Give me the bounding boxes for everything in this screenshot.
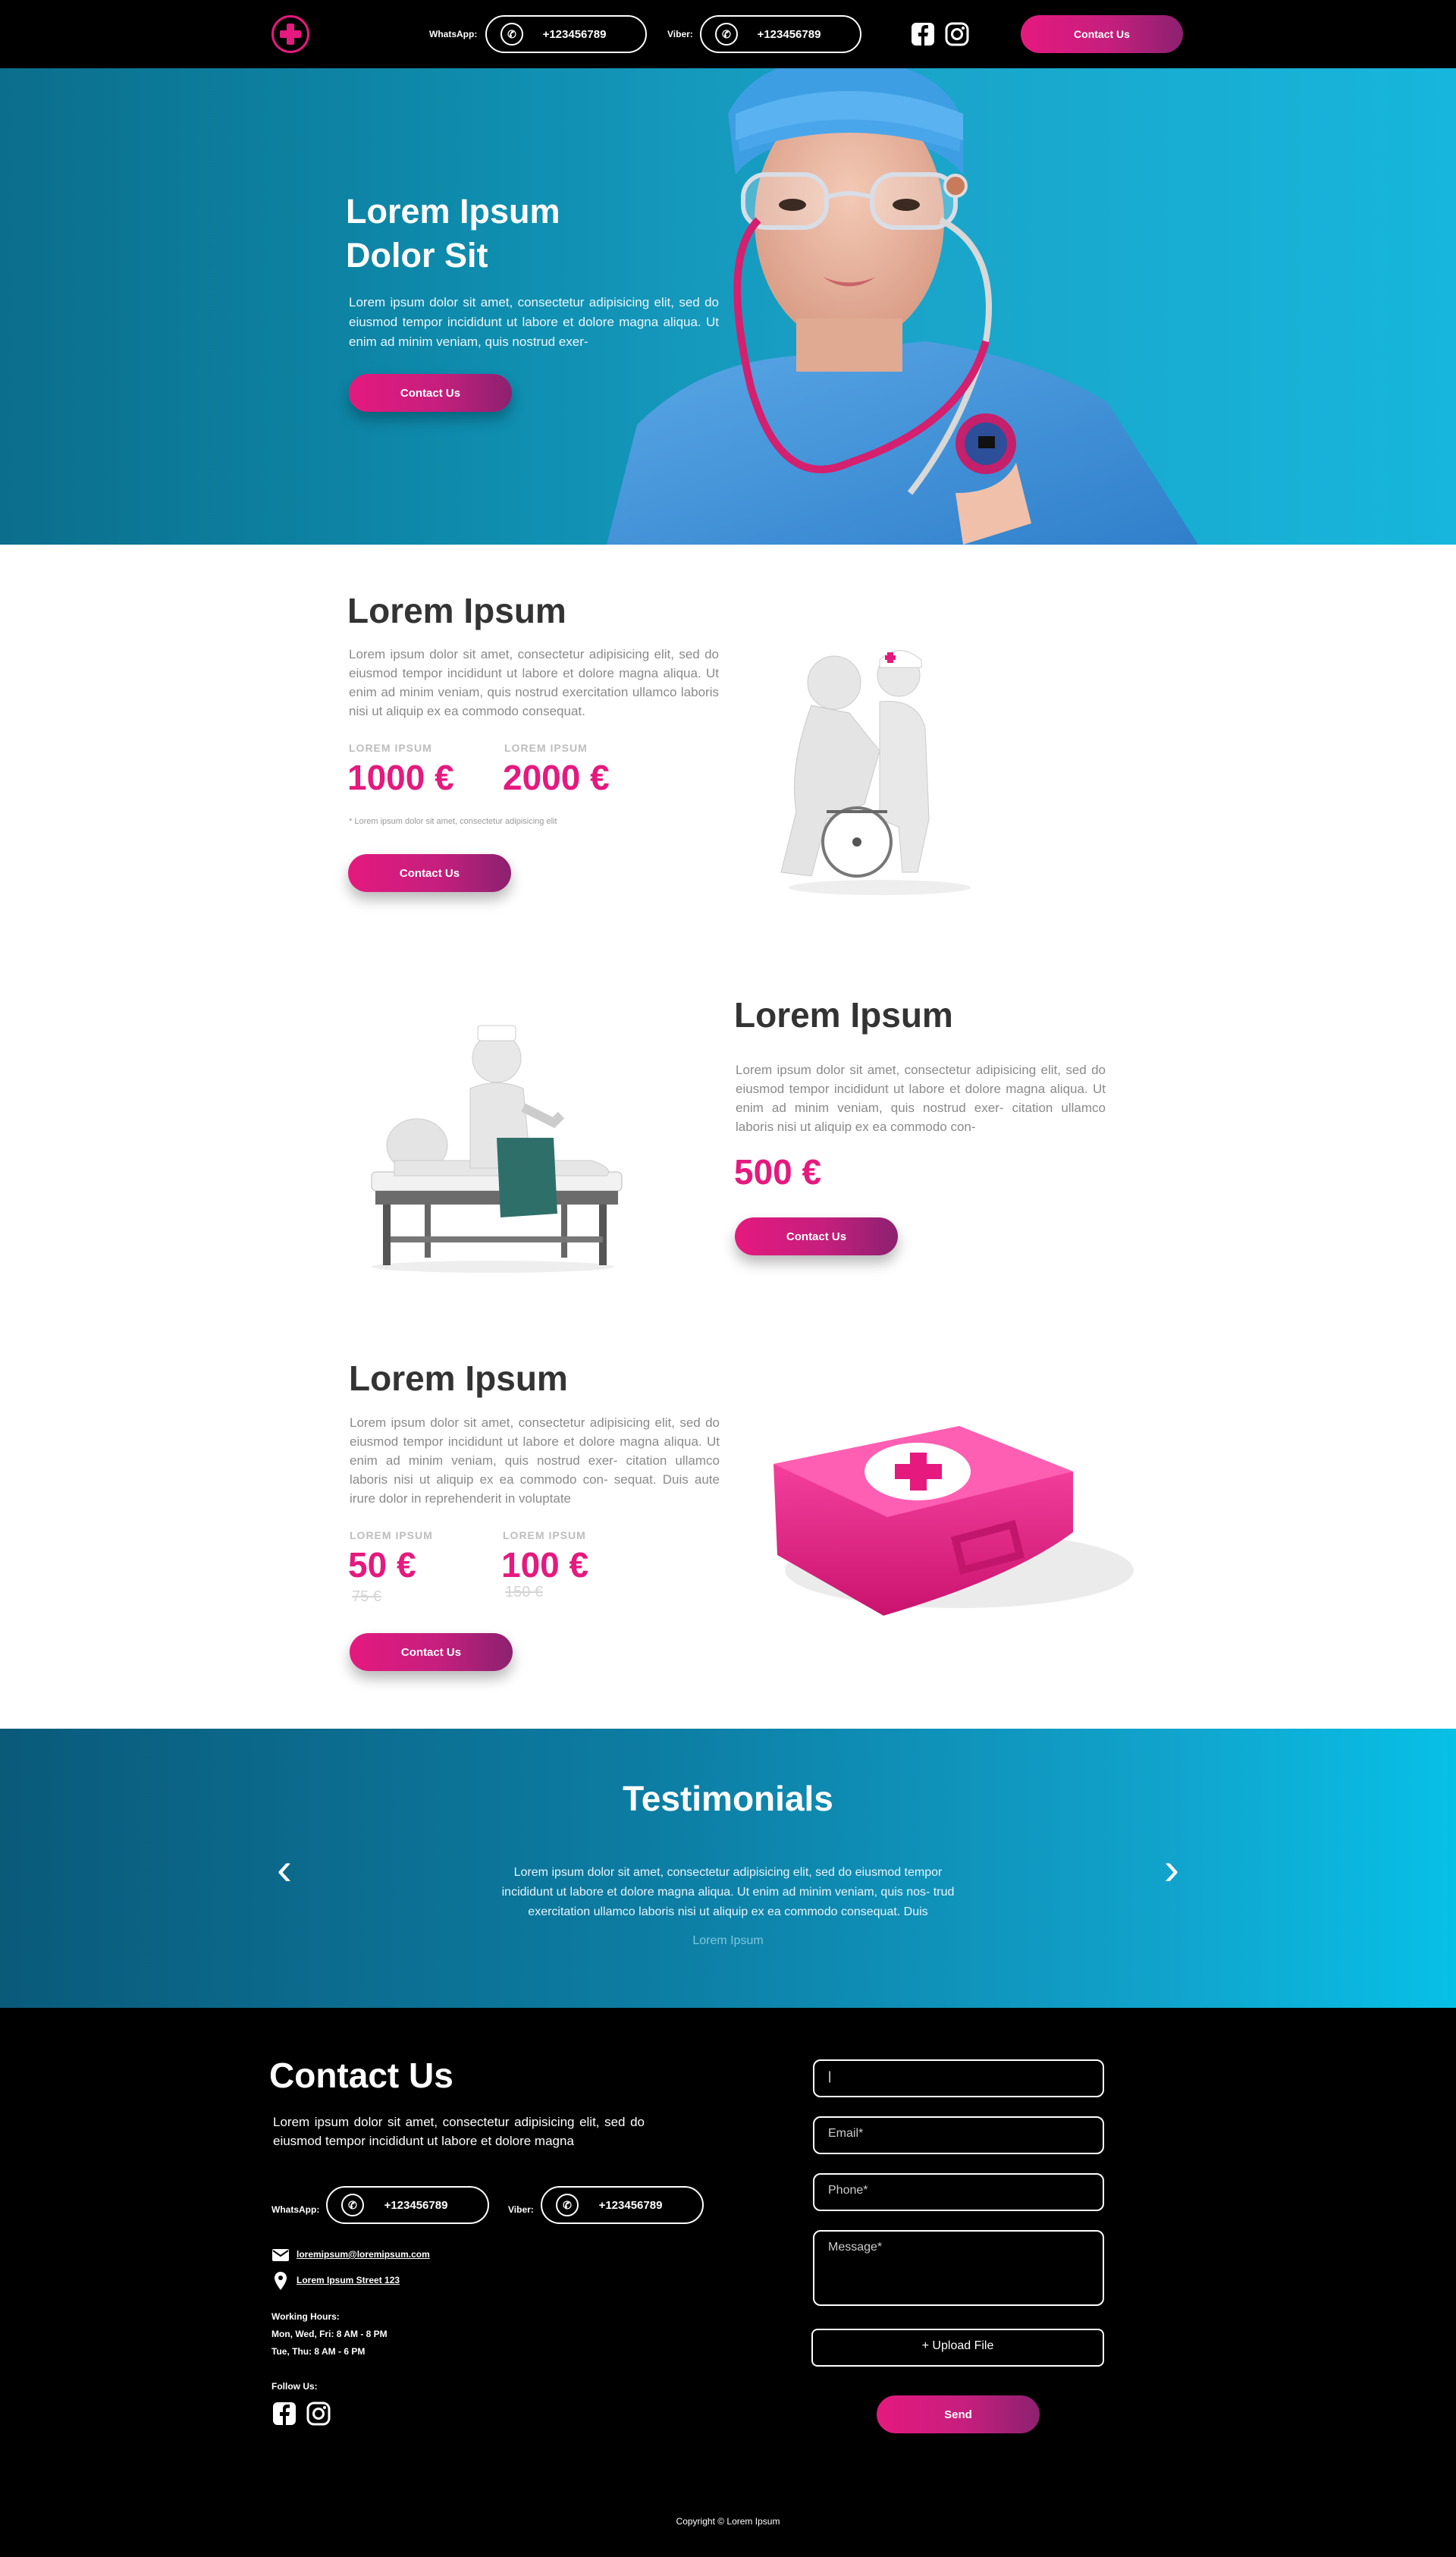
contact-whatsapp-pill[interactable]: ✆ +123456789 (326, 2186, 489, 2224)
service3-price1-old: 75 € (352, 1588, 381, 1605)
service1-contact-button[interactable]: Contact Us (348, 854, 511, 892)
location-pin-icon (275, 2272, 287, 2290)
chevron-right-icon[interactable]: › (1156, 1846, 1187, 1892)
whatsapp-phone-pill[interactable]: ✆ +123456789 (485, 15, 647, 53)
contact-viber-label: Viber: (508, 2204, 534, 2215)
service2-description: Lorem ipsum dolor sit amet, consectetur … (736, 1063, 1106, 1134)
working-hours-line-2: Tue, Thu: 8 AM - 6 PM (271, 2346, 366, 2357)
contact-email-link[interactable]: loremipsum@loremipsum.com (297, 2249, 430, 2260)
contact-title: Contact Us (269, 2056, 453, 2095)
email-icon (272, 2249, 289, 2261)
facebook-icon[interactable] (271, 2401, 297, 2427)
whatsapp-label: WhatsApp: (429, 29, 478, 39)
testimonial-text: Lorem ipsum dolor sit amet, consectetur … (501, 1866, 955, 1918)
service3-contact-button[interactable]: Contact Us (350, 1633, 513, 1671)
medical-cross-logo[interactable] (271, 15, 309, 53)
service3-price2-old: 150 € (505, 1584, 544, 1600)
service2-title: Lorem Ipsum (734, 995, 953, 1035)
contact-whatsapp-number: +123456789 (384, 2198, 448, 2212)
working-hours-line-1: Mon, Wed, Fri: 8 AM - 8 PM (271, 2329, 388, 2339)
viber-phone-pill[interactable]: ✆ +123456789 (700, 15, 861, 53)
hero-title-line-2: Dolor Sit (346, 236, 488, 275)
header-contact-button[interactable]: Contact Us (1021, 15, 1183, 53)
wheelchair-nurse-illustration (780, 650, 971, 895)
instagram-icon[interactable] (306, 2401, 331, 2427)
service3-price1: 50 € (348, 1545, 416, 1585)
top-header: WhatsApp: ✆ +123456789 Viber: ✆ +1234567… (0, 0, 1456, 68)
viber-label: Viber: (667, 29, 693, 39)
viber-icon: ✆ (715, 23, 738, 46)
send-button[interactable]: Send (877, 2395, 1040, 2433)
whatsapp-number: +123456789 (542, 27, 607, 41)
contact-whatsapp-label: WhatsApp: (271, 2204, 320, 2215)
chevron-left-icon[interactable]: ‹ (269, 1846, 300, 1892)
testimonials-section: Testimonials ‹ Lorem ipsum dolor sit ame… (0, 1729, 1456, 2008)
service3-description: Lorem ipsum dolor sit amet, consectetur … (350, 1415, 720, 1506)
contact-address-link[interactable]: Lorem Ipsum Street 123 (297, 2275, 400, 2285)
hero-title: Lorem Ipsum Dolor Sit (346, 190, 649, 278)
viber-number: +123456789 (757, 27, 821, 41)
email-field[interactable]: Email* (813, 2116, 1104, 2154)
phone-field[interactable]: Phone* (813, 2173, 1104, 2211)
service3-price2-label: LOREM IPSUM (503, 1529, 586, 1541)
service1-price1-label: LOREM IPSUM (349, 742, 432, 754)
service3-price2: 100 € (501, 1545, 589, 1585)
upload-file-button[interactable]: + Upload File (811, 2329, 1104, 2367)
viber-icon: ✆ (556, 2194, 579, 2216)
hero-title-line-1: Lorem Ipsum (346, 192, 560, 231)
hero-contact-button[interactable]: Contact Us (349, 374, 512, 412)
name-input[interactable]: | (813, 2059, 1104, 2097)
working-hours-title: Working Hours: (271, 2311, 340, 2322)
massage-table-illustration (371, 1025, 623, 1273)
contact-description: Lorem ipsum dolor sit amet, consectetur … (273, 2115, 645, 2148)
hero-description: Lorem ipsum dolor sit amet, consectetur … (349, 295, 719, 349)
facebook-icon[interactable] (910, 21, 936, 47)
follow-us-label: Follow Us: (271, 2381, 318, 2392)
testimonial-author: Lorem Ipsum (692, 1934, 764, 1947)
instagram-icon[interactable] (944, 21, 970, 47)
service2-contact-button[interactable]: Contact Us (735, 1217, 898, 1255)
service1-price1: 1000 € (347, 758, 454, 797)
copyright-text: Copyright © Lorem Ipsum (676, 2516, 780, 2527)
whatsapp-icon: ✆ (341, 2194, 364, 2216)
first-aid-kit-illustration (774, 1426, 1134, 1616)
hero-section: Lorem Ipsum Dolor Sit Lorem ipsum dolor … (0, 68, 1456, 545)
contact-viber-number: +123456789 (598, 2198, 663, 2212)
service1-footnote: * Lorem ipsum dolor sit amet, consectetu… (349, 817, 557, 826)
contact-footer: Contact Us Lorem ipsum dolor sit amet, c… (0, 2008, 1456, 2557)
whatsapp-icon: ✆ (500, 23, 523, 46)
message-textarea[interactable]: Message* (813, 2230, 1104, 2306)
service3-price1-label: LOREM IPSUM (350, 1529, 433, 1541)
service1-title: Lorem Ipsum (347, 591, 566, 630)
contact-viber-pill[interactable]: ✆ +123456789 (541, 2186, 704, 2224)
service1-description: Lorem ipsum dolor sit amet, consectetur … (349, 647, 719, 718)
service2-price: 500 € (734, 1152, 822, 1192)
service1-price2: 2000 € (503, 758, 610, 797)
service1-price2-label: LOREM IPSUM (504, 742, 588, 754)
service3-title: Lorem Ipsum (349, 1359, 568, 1398)
testimonials-title: Testimonials (623, 1779, 833, 1818)
